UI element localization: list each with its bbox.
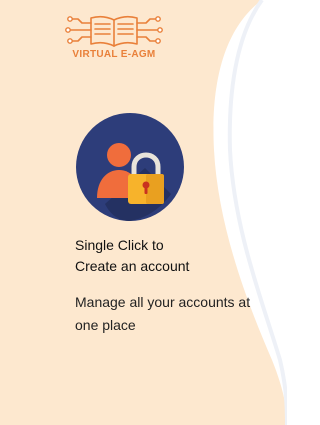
hero-title-line-1: Single Click to	[75, 237, 164, 253]
signup-side-panel: VIRTUAL E-AGM Single Click to Create an …	[0, 0, 287, 425]
hero-description: Manage all your accounts at one place	[75, 291, 287, 337]
hero-title-line-2: Create an account	[75, 258, 190, 274]
user-lock-icon	[76, 113, 184, 221]
hero-description-line-2: one place	[75, 317, 136, 333]
brand-name: VIRTUAL E-AGM	[72, 49, 156, 60]
hero-description-line-1: Manage all your accounts at	[75, 294, 251, 310]
hero-title: Single Click to Create an account	[75, 235, 275, 277]
